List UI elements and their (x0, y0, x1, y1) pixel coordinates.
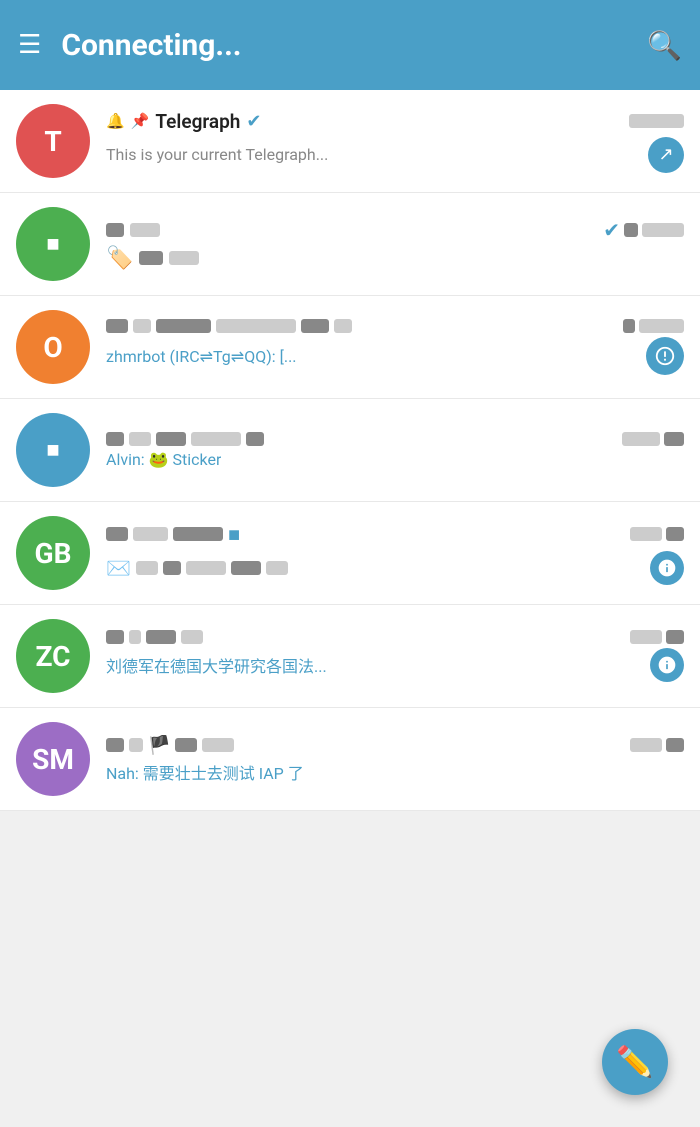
compose-icon: ✏️ (616, 1045, 653, 1080)
redacted-block (666, 630, 684, 644)
bot-icon (646, 337, 684, 375)
redacted-block (146, 630, 176, 644)
redacted-block (129, 432, 151, 446)
redacted-block (666, 738, 684, 752)
read-icon: ✔ (603, 218, 620, 242)
redacted-block (139, 251, 163, 265)
avatar: ZC (16, 619, 90, 693)
redacted-block (639, 319, 684, 333)
redacted-block (181, 630, 203, 644)
bot-icon (650, 648, 684, 682)
redacted-block (133, 527, 168, 541)
redacted-block (130, 223, 160, 237)
app-header: ☰ Connecting... 🔍 (0, 0, 700, 90)
list-item[interactable]: ZC 刘德军在德国大学研究各国法... (0, 605, 700, 708)
redacted-block (156, 432, 186, 446)
chat-content: zhmrbot (IRC⇌Tg⇌QQ): [... (106, 319, 684, 375)
avatar: ■ (16, 413, 90, 487)
redacted-block (664, 432, 684, 446)
header-title: Connecting... (61, 28, 647, 63)
redacted-block (246, 432, 264, 446)
chat-list: T 🔔 📌 Telegraph ✔ This is your current T… (0, 90, 700, 811)
redacted-block (106, 738, 124, 752)
redacted-block (642, 223, 684, 237)
emoji-icon: 🏷️ (106, 246, 133, 271)
redacted-block (630, 738, 662, 752)
redacted-block (156, 319, 211, 333)
redacted-block (136, 561, 158, 575)
verified-badge: ✔ (246, 111, 261, 132)
compose-fab[interactable]: ✏️ (602, 1029, 668, 1095)
search-icon[interactable]: 🔍 (647, 29, 682, 62)
avatar: ■ (16, 207, 90, 281)
redacted-block (334, 319, 352, 333)
avatar: SM (16, 722, 90, 796)
chat-content: 刘德军在德国大学研究各国法... (106, 630, 684, 682)
avatar: T (16, 104, 90, 178)
menu-icon[interactable]: ☰ (18, 30, 41, 60)
redacted-block (129, 630, 141, 644)
redacted-block (666, 527, 684, 541)
envelope-icon: ✉️ (106, 556, 131, 580)
redacted-block (133, 319, 151, 333)
redacted-block (191, 432, 241, 446)
redacted-block (106, 223, 124, 237)
list-item[interactable]: ■ Alvin: 🐸 Sticker (0, 399, 700, 502)
bot-icon (650, 551, 684, 585)
chat-content: 🏴 Nah: 需要壮士去测试 IAP 了 (106, 735, 684, 784)
redacted-block (630, 630, 662, 644)
chat-preview: This is your current Telegraph... (106, 145, 328, 164)
redacted-block (202, 738, 234, 752)
pin-icon: 📌 (131, 112, 150, 130)
redacted-block (175, 738, 197, 752)
redacted-block (630, 527, 662, 541)
redacted-block (231, 561, 261, 575)
redacted-block (622, 432, 660, 446)
chat-preview: 刘德军在德国大学研究各国法... (106, 653, 327, 677)
list-item[interactable]: GB ■ ✉️ (0, 502, 700, 605)
redacted-block (106, 630, 124, 644)
list-item[interactable]: ■ ✔ 🏷️ (0, 193, 700, 296)
redacted-block (173, 527, 223, 541)
redacted-block (216, 319, 296, 333)
chat-content: Alvin: 🐸 Sticker (106, 432, 684, 469)
emoji-block: 🏴 (148, 735, 170, 756)
redacted-block (301, 319, 329, 333)
muted-icon: 🔔 (106, 112, 125, 130)
chat-preview: Nah: 需要壮士去测试 IAP 了 (106, 760, 304, 784)
time-redacted (629, 114, 684, 128)
chat-content: ✔ 🏷️ (106, 218, 684, 271)
redacted-block (106, 527, 128, 541)
avatar: O (16, 310, 90, 384)
redacted-block (169, 251, 199, 265)
forward-icon: ↗ (648, 137, 684, 173)
redacted-block (129, 738, 143, 752)
chat-content: 🔔 📌 Telegraph ✔ This is your current Tel… (106, 110, 684, 173)
redacted-block (624, 223, 638, 237)
redacted-block (163, 561, 181, 575)
redacted-block (266, 561, 288, 575)
redacted-block (106, 319, 128, 333)
avatar: GB (16, 516, 90, 590)
list-item[interactable]: O zhmrbot (IRC⇌Tg⇌QQ): [... (0, 296, 700, 399)
list-item[interactable]: T 🔔 📌 Telegraph ✔ This is your current T… (0, 90, 700, 193)
chat-content: ■ ✉️ (106, 522, 684, 585)
read-icon: ■ (228, 522, 240, 547)
redacted-block (623, 319, 635, 333)
chat-name: Telegraph (155, 110, 240, 133)
redacted-block (106, 432, 124, 446)
list-item[interactable]: SM 🏴 Nah: 需要壮士去测试 IAP 了 (0, 708, 700, 811)
redacted-block (186, 561, 226, 575)
chat-preview: Alvin: 🐸 Sticker (106, 450, 221, 469)
chat-preview: zhmrbot (IRC⇌Tg⇌QQ): [... (106, 347, 297, 366)
